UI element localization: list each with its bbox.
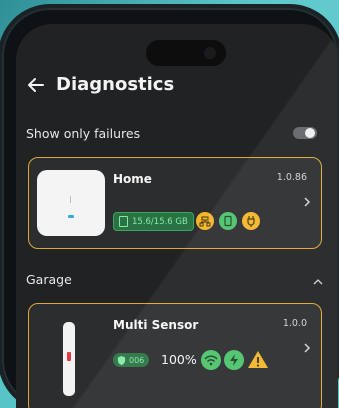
storage-value: 15.6/15.6 GB [132, 216, 188, 227]
hub-mark [70, 196, 71, 203]
app-screen: Diagnostics Show only failures Home 1.0.… [16, 24, 338, 408]
device-card-home[interactable]: Home 1.0.86 15.6/15.6 GB [28, 157, 322, 249]
section-title: Garage [26, 272, 72, 287]
hub-led [68, 215, 74, 218]
sensor-image [63, 322, 75, 396]
storage-badge: 15.6/15.6 GB [113, 212, 194, 231]
arrow-left-icon[interactable] [26, 75, 46, 95]
device-version: 1.0.86 [276, 172, 307, 183]
camera-icon [204, 47, 216, 59]
hub-image [37, 170, 105, 236]
chevron-right-icon[interactable] [303, 342, 311, 354]
battery-percent: 100% [161, 352, 197, 367]
page-title: Diagnostics [56, 74, 175, 95]
failures-toggle[interactable] [293, 127, 317, 139]
battery-code: 006 [129, 355, 145, 365]
sensor-name: Multi Sensor [113, 318, 199, 332]
bolt-icon [224, 350, 244, 370]
device-name: Home [113, 172, 152, 186]
filter-label: Show only failures [26, 126, 141, 141]
warning-icon [248, 351, 268, 368]
power-plug-icon [242, 212, 260, 230]
sd-card-icon [219, 212, 237, 230]
battery-badge: 006 [113, 353, 150, 367]
shield-icon [117, 355, 126, 365]
chevron-up-icon[interactable] [313, 278, 323, 285]
sd-card-icon [119, 216, 128, 227]
sensor-version: 1.0.0 [282, 318, 307, 329]
chevron-right-icon[interactable] [303, 196, 311, 208]
dynamic-island [146, 40, 226, 66]
network-icon [196, 212, 214, 230]
device-card-multi-sensor[interactable]: Multi Sensor 1.0.0 006 100% [28, 303, 322, 408]
phone-frame: Diagnostics Show only failures Home 1.0.… [2, 8, 338, 408]
wifi-icon [201, 350, 221, 370]
toggle-knob [305, 128, 315, 138]
header: Diagnostics [26, 74, 174, 95]
